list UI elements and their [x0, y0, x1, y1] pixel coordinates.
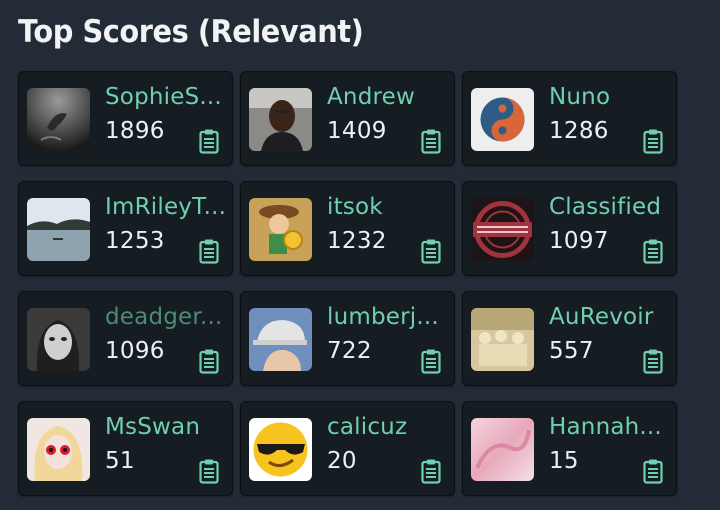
leaderboard-card[interactable]: AuRevoir 557 [462, 291, 677, 386]
clipboard-icon[interactable] [421, 348, 441, 374]
player-name[interactable]: SophieS... [105, 84, 227, 110]
player-name[interactable]: itsok [327, 194, 449, 220]
avatar[interactable] [249, 308, 312, 371]
leaderboard-card[interactable]: Nuno 1286 [462, 71, 677, 166]
clipboard-icon[interactable] [643, 238, 663, 264]
player-name[interactable]: Nuno [549, 84, 671, 110]
avatar[interactable] [471, 88, 534, 151]
clipboard-icon[interactable] [643, 128, 663, 154]
clipboard-icon[interactable] [643, 458, 663, 484]
clipboard-icon[interactable] [643, 348, 663, 374]
player-score: 1232 [327, 228, 387, 254]
avatar[interactable] [27, 418, 90, 481]
clipboard-icon[interactable] [199, 128, 219, 154]
leaderboard-card[interactable]: itsok 1232 [240, 181, 455, 276]
player-name[interactable]: deadger... [105, 304, 227, 330]
clipboard-icon[interactable] [199, 238, 219, 264]
leaderboard-card[interactable]: ImRileyT... 1253 [18, 181, 233, 276]
player-score: 15 [549, 448, 579, 474]
leaderboard-card[interactable]: MsSwan 51 [18, 401, 233, 496]
leaderboard-card[interactable]: Andrew 1409 [240, 71, 455, 166]
page-title: Top Scores (Relevant) [18, 14, 364, 50]
avatar[interactable] [27, 308, 90, 371]
player-score: 51 [105, 448, 135, 474]
leaderboard-card[interactable]: Hannah... 15 [462, 401, 677, 496]
player-score: 20 [327, 448, 357, 474]
clipboard-icon[interactable] [421, 128, 441, 154]
player-score: 1096 [105, 338, 165, 364]
leaderboard-grid: SophieS... 1896 Andrew 1409 Nuno 1286 Im… [18, 71, 677, 496]
player-score: 722 [327, 338, 372, 364]
avatar[interactable] [27, 88, 90, 151]
player-name[interactable]: Andrew [327, 84, 449, 110]
player-name[interactable]: lumberj... [327, 304, 449, 330]
avatar[interactable] [249, 198, 312, 261]
player-score: 1896 [105, 118, 165, 144]
avatar[interactable] [471, 418, 534, 481]
player-score: 557 [549, 338, 594, 364]
clipboard-icon[interactable] [199, 458, 219, 484]
player-name[interactable]: Classified [549, 194, 671, 220]
avatar[interactable] [471, 198, 534, 261]
player-name[interactable]: calicuz [327, 414, 449, 440]
clipboard-icon[interactable] [421, 458, 441, 484]
leaderboard-card[interactable]: lumberj... 722 [240, 291, 455, 386]
clipboard-icon[interactable] [199, 348, 219, 374]
leaderboard-card[interactable]: deadger... 1096 [18, 291, 233, 386]
avatar[interactable] [27, 198, 90, 261]
player-name[interactable]: ImRileyT... [105, 194, 227, 220]
leaderboard-card[interactable]: SophieS... 1896 [18, 71, 233, 166]
player-name[interactable]: Hannah... [549, 414, 671, 440]
avatar[interactable] [249, 418, 312, 481]
player-score: 1097 [549, 228, 609, 254]
player-name[interactable]: AuRevoir [549, 304, 671, 330]
player-name[interactable]: MsSwan [105, 414, 227, 440]
leaderboard-card[interactable]: calicuz 20 [240, 401, 455, 496]
clipboard-icon[interactable] [421, 238, 441, 264]
avatar[interactable] [471, 308, 534, 371]
leaderboard-card[interactable]: Classified 1097 [462, 181, 677, 276]
avatar[interactable] [249, 88, 312, 151]
player-score: 1286 [549, 118, 609, 144]
player-score: 1409 [327, 118, 387, 144]
player-score: 1253 [105, 228, 165, 254]
